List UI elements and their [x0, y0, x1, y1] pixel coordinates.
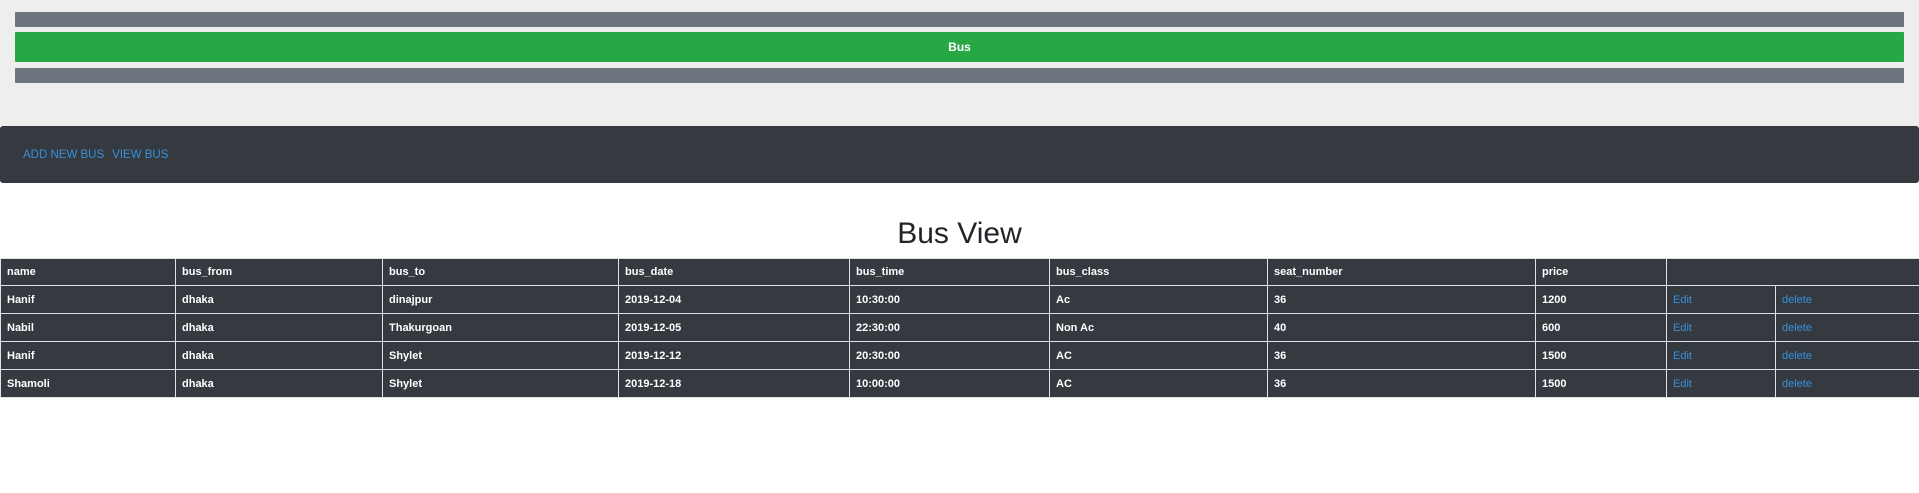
cell-bus-class: Non Ac [1049, 313, 1268, 342]
banner-title-bar: Bus [15, 32, 1904, 62]
cell-bus-time: 10:30:00 [849, 285, 1050, 314]
column-header-name: name [0, 258, 176, 286]
gray-bar-bottom [15, 68, 1904, 83]
cell-edit: Edit [1666, 313, 1776, 342]
nav-view-bus-link[interactable]: VIEW BUS [112, 149, 168, 161]
cell-seat-number: 40 [1267, 313, 1536, 342]
cell-seat-number: 36 [1267, 341, 1536, 370]
edit-link[interactable]: Edit [1673, 322, 1692, 334]
column-header-actions [1666, 258, 1919, 286]
cell-delete: delete [1775, 341, 1919, 370]
table-row: Shamoli dhaka Shylet 2019-12-18 10:00:00… [0, 369, 1919, 398]
cell-price: 1500 [1535, 369, 1667, 398]
gray-bar-top [15, 12, 1904, 27]
cell-seat-number: 36 [1267, 285, 1536, 314]
cell-delete: delete [1775, 369, 1919, 398]
table-header-row: name bus_from bus_to bus_date bus_time b… [0, 258, 1919, 286]
edit-link[interactable]: Edit [1673, 294, 1692, 306]
cell-edit: Edit [1666, 285, 1776, 314]
cell-bus-date: 2019-12-18 [618, 369, 850, 398]
cell-price: 1500 [1535, 341, 1667, 370]
cell-bus-from: dhaka [175, 313, 383, 342]
cell-price: 600 [1535, 313, 1667, 342]
cell-delete: delete [1775, 313, 1919, 342]
cell-bus-date: 2019-12-05 [618, 313, 850, 342]
cell-bus-from: dhaka [175, 369, 383, 398]
delete-link[interactable]: delete [1782, 322, 1812, 334]
cell-bus-class: AC [1049, 341, 1268, 370]
edit-link[interactable]: Edit [1673, 350, 1692, 362]
cell-name: Hanif [0, 285, 176, 314]
header-area: Bus [0, 0, 1919, 126]
cell-delete: delete [1775, 285, 1919, 314]
nav-add-new-bus-link[interactable]: ADD NEW BUS [23, 149, 104, 161]
cell-bus-class: AC [1049, 369, 1268, 398]
column-header-bus-date: bus_date [618, 258, 850, 286]
column-header-price: price [1535, 258, 1667, 286]
cell-edit: Edit [1666, 341, 1776, 370]
column-header-bus-from: bus_from [175, 258, 383, 286]
delete-link[interactable]: delete [1782, 350, 1812, 362]
cell-bus-class: Ac [1049, 285, 1268, 314]
navbar: ADD NEW BUS VIEW BUS [0, 126, 1919, 183]
page-title: Bus View [897, 217, 1022, 250]
column-header-bus-time: bus_time [849, 258, 1050, 286]
column-header-bus-class: bus_class [1049, 258, 1268, 286]
cell-bus-to: Thakurgoan [382, 313, 619, 342]
cell-edit: Edit [1666, 369, 1776, 398]
cell-bus-date: 2019-12-04 [618, 285, 850, 314]
table-row: Nabil dhaka Thakurgoan 2019-12-05 22:30:… [0, 313, 1919, 342]
cell-bus-to: Shylet [382, 369, 619, 398]
cell-bus-time: 22:30:00 [849, 313, 1050, 342]
table-row: Hanif dhaka Shylet 2019-12-12 20:30:00 A… [0, 341, 1919, 370]
delete-link[interactable]: delete [1782, 378, 1812, 390]
cell-bus-date: 2019-12-12 [618, 341, 850, 370]
cell-name: Nabil [0, 313, 176, 342]
cell-name: Hanif [0, 341, 176, 370]
cell-bus-time: 20:30:00 [849, 341, 1050, 370]
cell-bus-to: dinajpur [382, 285, 619, 314]
column-header-bus-to: bus_to [382, 258, 619, 286]
edit-link[interactable]: Edit [1673, 378, 1692, 390]
banner-title: Bus [948, 40, 971, 54]
cell-price: 1200 [1535, 285, 1667, 314]
cell-name: Shamoli [0, 369, 176, 398]
bus-table: name bus_from bus_to bus_date bus_time b… [0, 258, 1919, 398]
column-header-seat-number: seat_number [1267, 258, 1536, 286]
table-row: Hanif dhaka dinajpur 2019-12-04 10:30:00… [0, 285, 1919, 314]
cell-bus-from: dhaka [175, 341, 383, 370]
cell-bus-to: Shylet [382, 341, 619, 370]
delete-link[interactable]: delete [1782, 294, 1812, 306]
cell-bus-from: dhaka [175, 285, 383, 314]
cell-seat-number: 36 [1267, 369, 1536, 398]
cell-bus-time: 10:00:00 [849, 369, 1050, 398]
